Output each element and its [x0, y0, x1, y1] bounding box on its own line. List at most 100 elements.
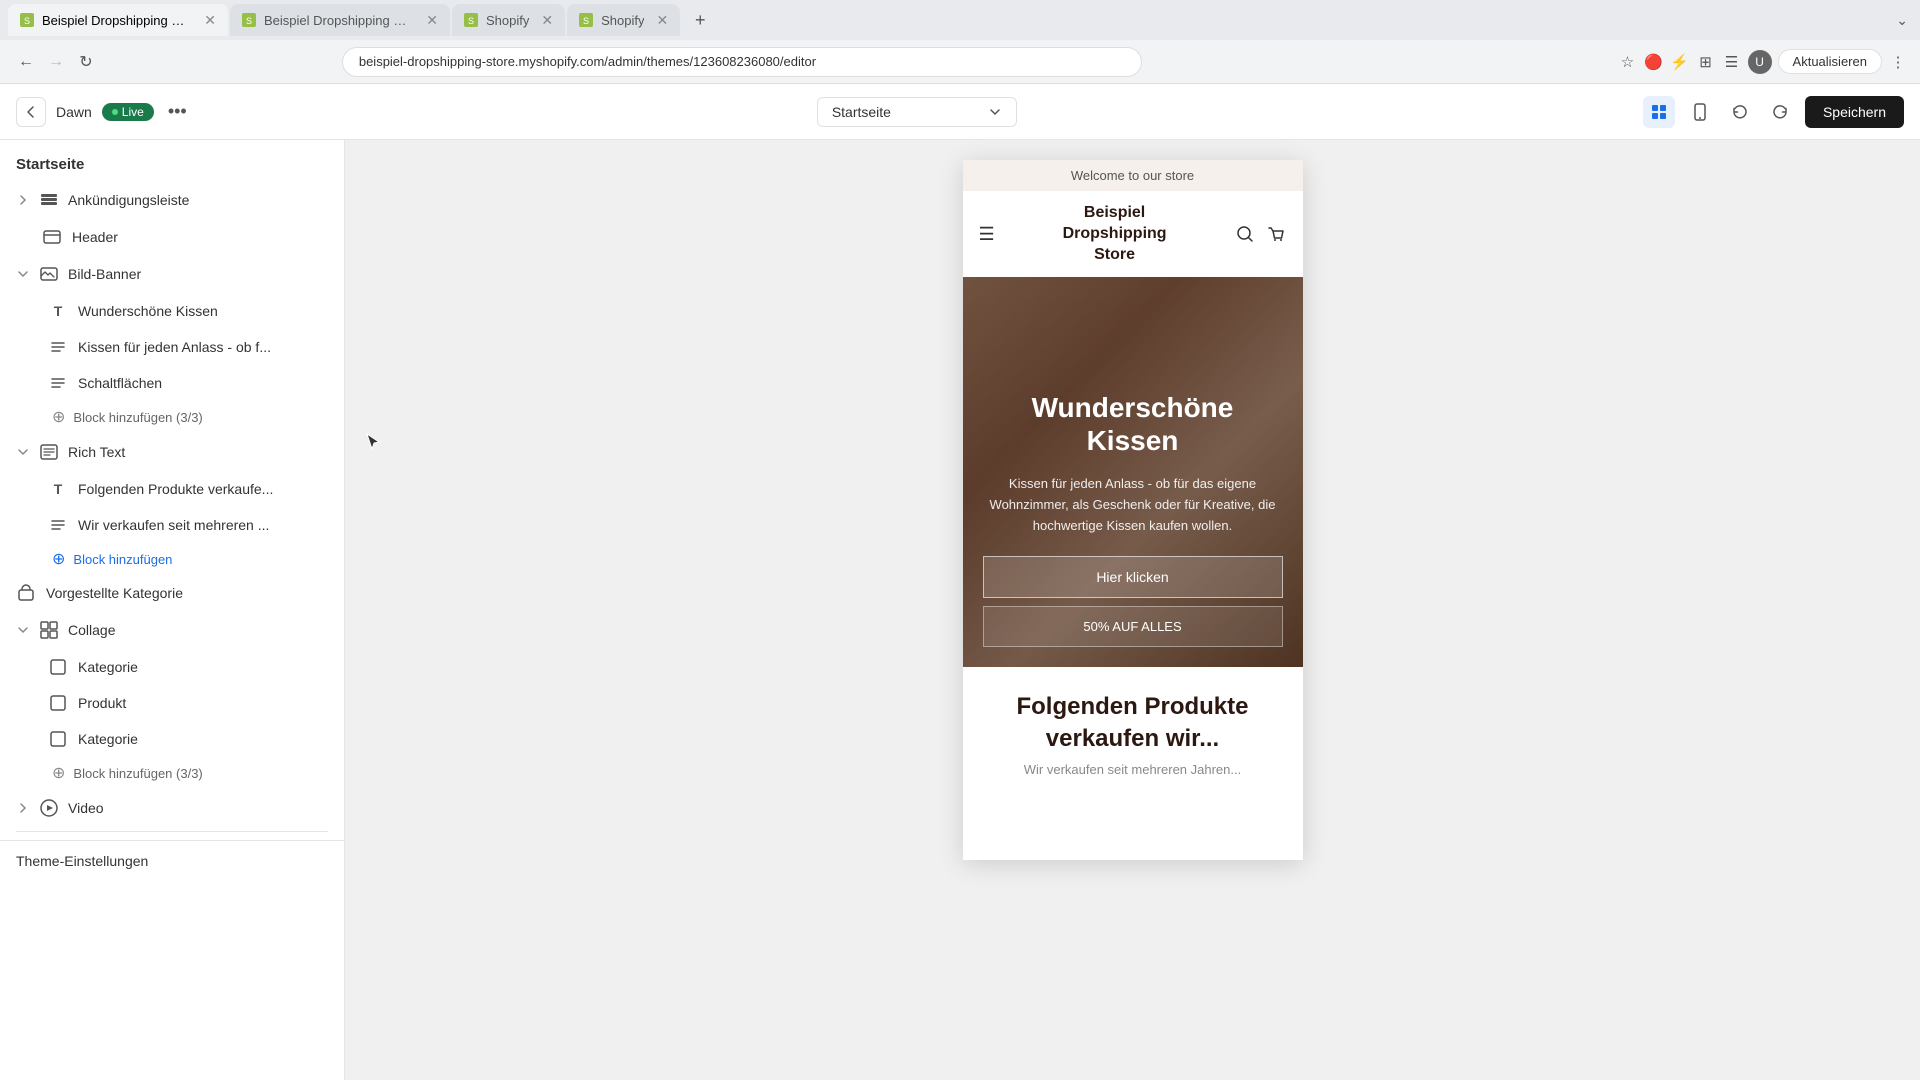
schaltflaechen-label: Schaltflächen	[78, 375, 328, 391]
chevron-down-rich-icon	[16, 445, 30, 459]
video-label: Video	[68, 800, 104, 816]
grid-layout-button[interactable]	[1643, 96, 1675, 128]
rich-text-child-2[interactable]: Wir verkaufen seit mehreren ...	[0, 507, 344, 543]
svg-text:S: S	[583, 16, 589, 26]
mobile-icon	[1690, 102, 1710, 122]
banner-title: WunderschöneKissen	[983, 391, 1283, 458]
welcome-bar: Welcome to our store	[963, 160, 1303, 191]
undo-button[interactable]	[1725, 97, 1755, 127]
search-icon[interactable]	[1235, 224, 1255, 244]
frame-icon-2	[48, 693, 68, 713]
address-input[interactable]: beispiel-dropshipping-store.myshopify.co…	[342, 47, 1142, 77]
mobile-frame: Welcome to our store ☰ BeispielDropshipp…	[963, 160, 1303, 860]
add-block-bild-banner[interactable]: ⊕ Block hinzufügen (3/3)	[0, 401, 344, 433]
svg-text:S: S	[246, 16, 252, 26]
cart-icon[interactable]	[1267, 224, 1287, 244]
tab-3-close[interactable]: ✕	[541, 12, 553, 29]
collage-child-2[interactable]: Produkt	[0, 685, 344, 721]
redo-button[interactable]	[1765, 97, 1795, 127]
video-icon	[38, 797, 60, 819]
produkt-label: Produkt	[78, 695, 328, 711]
kissen-anlass-label: Kissen für jeden Anlass - ob f...	[78, 339, 328, 355]
tab-1-icon: S	[20, 13, 34, 27]
btn-hier-klicken[interactable]: Hier klicken	[983, 556, 1283, 598]
preview-area: Welcome to our store ☰ BeispielDropshipp…	[345, 140, 1920, 1080]
more-options-button[interactable]: •••	[164, 97, 191, 126]
plus-icon-blue: ⊕	[52, 549, 65, 569]
banner-section: WunderschöneKissen Kissen für jeden Anla…	[963, 277, 1303, 667]
back-icon	[23, 104, 39, 120]
undo-icon	[1731, 103, 1749, 121]
tab-bar: S Beispiel Dropshipping Store - ... ✕ S …	[0, 0, 1920, 40]
address-bar: ← → ↻ beispiel-dropshipping-store.myshop…	[0, 40, 1920, 84]
collage-child-3[interactable]: Kategorie	[0, 721, 344, 757]
sidebar-item-vorgestellte-kategorie[interactable]: Vorgestellte Kategorie	[0, 575, 344, 611]
add-block-rich-text[interactable]: ⊕ Block hinzufügen	[0, 543, 344, 575]
address-text: beispiel-dropshipping-store.myshopify.co…	[359, 54, 816, 69]
ankuendigungsleiste-icon	[38, 189, 60, 211]
bild-banner-child-3[interactable]: Schaltflächen	[0, 365, 344, 401]
mobile-view-button[interactable]	[1685, 97, 1715, 127]
sidebar-item-header[interactable]: Header	[0, 219, 344, 255]
folgenden-produkte-label: Folgenden Produkte verkaufe...	[78, 481, 328, 497]
header-section-icon	[42, 227, 62, 247]
extension-icon-3[interactable]: ⊞	[1696, 52, 1716, 72]
refresh-button[interactable]: ↻	[72, 48, 100, 76]
sidebar-item-collage[interactable]: Collage	[0, 611, 344, 649]
plus-icon-3: ⊕	[52, 763, 65, 783]
add-block-rich-label: Block hinzufügen	[73, 552, 172, 567]
tab-4[interactable]: S Shopify ✕	[567, 4, 680, 36]
bookmark-icon[interactable]: ☆	[1618, 52, 1638, 72]
chevron-down-icon	[988, 105, 1002, 119]
rich-text-child-1[interactable]: T Folgenden Produkte verkaufe...	[0, 471, 344, 507]
extension-icon-4[interactable]: ☰	[1722, 52, 1742, 72]
bild-banner-label: Bild-Banner	[68, 266, 141, 282]
tab-1-close[interactable]: ✕	[204, 12, 216, 29]
tab-4-close[interactable]: ✕	[656, 12, 668, 29]
collage-child-1[interactable]: Kategorie	[0, 649, 344, 685]
avatar-icon[interactable]: U	[1748, 50, 1772, 74]
back-to-themes-button[interactable]	[16, 97, 46, 127]
text-T-icon-2: T	[48, 479, 68, 499]
sidebar-item-bild-banner[interactable]: Bild-Banner	[0, 255, 344, 293]
bild-banner-child-1[interactable]: T Wunderschöne Kissen	[0, 293, 344, 329]
banner-description: Kissen für jeden Anlass - ob für das eig…	[983, 474, 1283, 536]
live-dot	[112, 109, 118, 115]
chevron-right-video-icon	[16, 801, 30, 815]
tab-1[interactable]: S Beispiel Dropshipping Store - ... ✕	[8, 4, 228, 36]
theme-settings-button[interactable]: Theme-Einstellungen	[0, 840, 344, 881]
tab-4-icon: S	[579, 13, 593, 27]
cursor-position	[365, 432, 381, 448]
tab-more-button[interactable]: ⌄	[1892, 8, 1912, 33]
new-tab-button[interactable]: +	[686, 6, 714, 34]
add-block-collage[interactable]: ⊕ Block hinzufügen (3/3)	[0, 757, 344, 789]
tab-2-label: Beispiel Dropshipping Store	[264, 13, 414, 28]
forward-button[interactable]: →	[42, 48, 70, 76]
wunderschoene-kissen-label: Wunderschöne Kissen	[78, 303, 328, 319]
save-button[interactable]: Speichern	[1805, 96, 1904, 128]
frame-icon-1	[48, 657, 68, 677]
app-container: Dawn Live ••• Startseite	[0, 84, 1920, 1080]
tab-2-close[interactable]: ✕	[426, 12, 438, 29]
collage-icon	[38, 619, 60, 641]
extension-icon-1[interactable]: 🔴	[1644, 52, 1664, 72]
wir-verkaufen-label: Wir verkaufen seit mehreren ...	[78, 517, 328, 533]
page-selector[interactable]: Startseite	[817, 97, 1017, 127]
tab-2[interactable]: S Beispiel Dropshipping Store ✕	[230, 4, 450, 36]
list-icon-2	[48, 373, 68, 393]
kategorie-2-label: Kategorie	[78, 731, 328, 747]
tab-3-icon: S	[464, 13, 478, 27]
extension-icon-2[interactable]: ⚡	[1670, 52, 1690, 72]
vorgestellte-icon	[16, 583, 36, 603]
sidebar-item-video[interactable]: Video	[0, 789, 344, 827]
sidebar-item-ankuendigungsleiste[interactable]: Ankündigungsleiste	[0, 181, 344, 219]
tab-3[interactable]: S Shopify ✕	[452, 4, 565, 36]
bild-banner-child-2[interactable]: Kissen für jeden Anlass - ob f...	[0, 329, 344, 365]
list-icon-3	[48, 515, 68, 535]
menu-dots[interactable]: ⋮	[1888, 52, 1908, 72]
hamburger-icon[interactable]: ☰	[979, 224, 995, 245]
sidebar-item-rich-text[interactable]: Rich Text	[0, 433, 344, 471]
update-button[interactable]: Aktualisieren	[1778, 49, 1882, 74]
back-button[interactable]: ←	[12, 48, 40, 76]
btn-50-auf-alles[interactable]: 50% AUF ALLES	[983, 606, 1283, 647]
